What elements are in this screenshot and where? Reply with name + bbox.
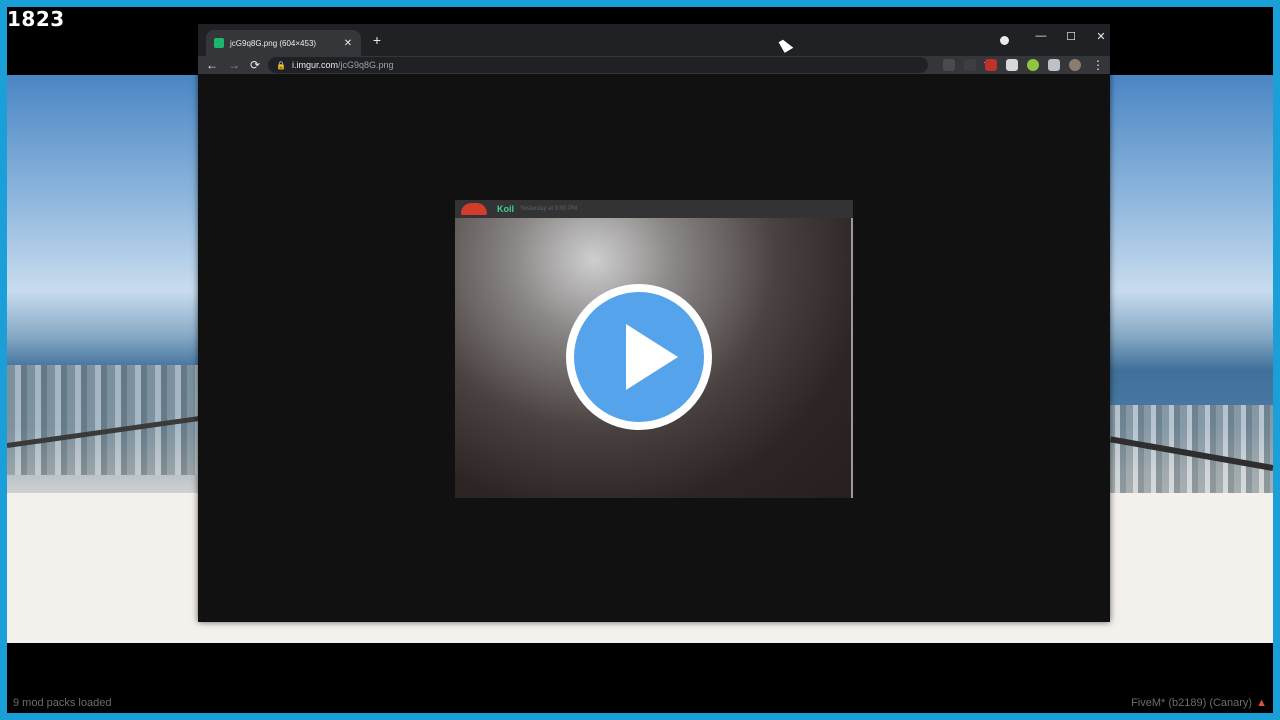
image-card: Koil Yesterday at 9:00 PM <box>455 200 853 498</box>
profile-indicator-icon[interactable] <box>1000 36 1009 45</box>
play-button-inner <box>574 292 704 422</box>
lock-icon: 🔒 <box>276 60 286 70</box>
url-path: /jcG9q8G.png <box>337 60 394 70</box>
menu-button[interactable]: ⋮ <box>1090 57 1106 73</box>
browser-window: jcG9q8G.png (604×453) ✕ + — ☐ ✕ ← → ⟳ 🔒 … <box>198 24 1110 622</box>
back-button[interactable]: ← <box>204 57 220 73</box>
glasses-icon[interactable] <box>943 59 955 71</box>
play-triangle <box>626 324 678 390</box>
mod-packs-status: 9 mod packs loaded <box>13 697 112 709</box>
close-window-button[interactable]: ✕ <box>1092 30 1110 43</box>
tab-title: jcG9q8G.png (604×453) <box>230 38 317 48</box>
new-tab-button[interactable]: + <box>370 33 384 47</box>
video-preview[interactable] <box>455 218 851 498</box>
play-icon[interactable] <box>566 284 712 430</box>
fivem-logo-icon: ▲ <box>1256 697 1267 709</box>
address-bar[interactable]: 🔒 i.imgur.com /jcG9q8G.png ☆ <box>268 57 993 73</box>
user-avatar <box>461 203 487 215</box>
imgur-favicon-icon <box>214 38 224 48</box>
timestamp: Yesterday at 9:00 PM <box>520 206 578 212</box>
scissors-icon[interactable] <box>964 59 976 71</box>
gauge-icon[interactable] <box>1027 59 1039 71</box>
reload-button[interactable]: ⟳ <box>247 57 263 73</box>
avatar-icon[interactable] <box>1069 59 1081 71</box>
fivem-version: FiveM* (b2189) (Canary) ▲ <box>1131 697 1267 709</box>
card-header: Koil Yesterday at 9:00 PM <box>455 200 853 218</box>
ublock-icon[interactable] <box>985 59 997 71</box>
maximize-button[interactable]: ☐ <box>1062 30 1080 43</box>
url-host: i.imgur.com <box>291 60 338 70</box>
forward-button[interactable]: → <box>226 57 242 73</box>
username: Koil <box>497 204 514 214</box>
fivem-version-text: FiveM* (b2189) (Canary) <box>1131 697 1253 709</box>
tab-image[interactable]: jcG9q8G.png (604×453) ✕ <box>206 30 361 56</box>
puzzle-icon[interactable] <box>1048 59 1060 71</box>
clip-icon[interactable] <box>1006 59 1018 71</box>
tab-strip: jcG9q8G.png (604×453) ✕ + — ☐ ✕ <box>198 24 1110 56</box>
browser-toolbar: ← → ⟳ 🔒 i.imgur.com /jcG9q8G.png ☆ ⋮ <box>198 56 1110 74</box>
minimize-button[interactable]: — <box>1032 30 1050 42</box>
game-frame: 1823 jcG9q8G.png (604×453) ✕ + — ☐ ✕ ← →… <box>7 7 1273 713</box>
frame-counter: 1823 <box>7 7 65 31</box>
tab-close-icon[interactable]: ✕ <box>341 38 355 49</box>
page-content: Koil Yesterday at 9:00 PM <box>198 74 1110 622</box>
video-edge <box>851 218 853 498</box>
